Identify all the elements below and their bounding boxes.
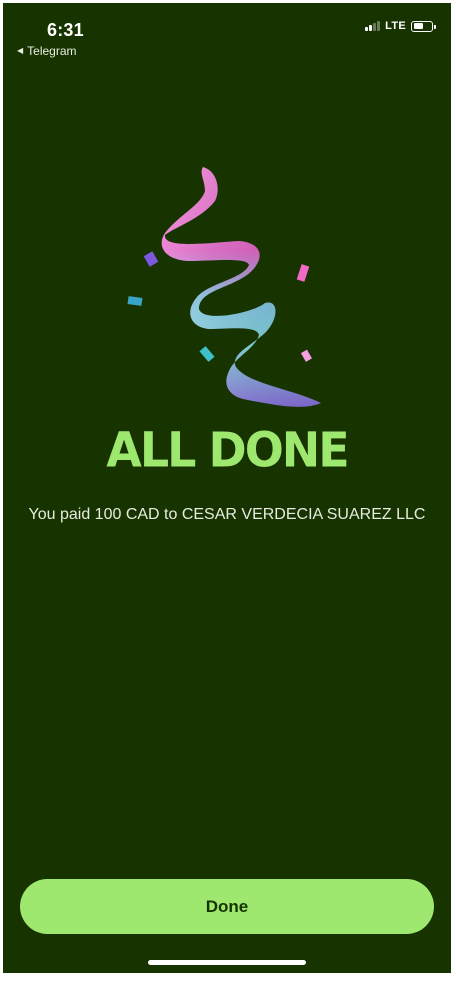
network-type: LTE xyxy=(385,20,406,32)
confetti-piece xyxy=(300,349,312,362)
confetti-piece xyxy=(127,296,143,306)
payment-confirmation-screen: 6:31 ◀ Telegram LTE ALL DONE You paid 10… xyxy=(3,3,451,973)
confetti-piece xyxy=(143,251,159,267)
confetti-piece xyxy=(199,346,215,362)
home-indicator[interactable] xyxy=(148,960,306,965)
status-time: 6:31 xyxy=(47,20,84,40)
page-title: ALL DONE xyxy=(106,421,349,479)
confetti-piece xyxy=(296,264,310,282)
payment-summary-text: You paid 100 CAD to CESAR VERDECIA SUARE… xyxy=(28,506,426,523)
battery-icon xyxy=(411,20,436,32)
cellular-signal-icon xyxy=(364,21,381,31)
back-arrow-icon: ◀ xyxy=(17,46,24,55)
done-button[interactable]: Done xyxy=(20,879,434,934)
status-indicators: LTE xyxy=(364,19,436,33)
back-to-telegram-link[interactable]: ◀ Telegram xyxy=(17,44,77,58)
confetti-ribbon-illustration xyxy=(127,167,321,407)
ribbon-shape xyxy=(161,167,321,407)
back-app-label: Telegram xyxy=(27,44,77,58)
